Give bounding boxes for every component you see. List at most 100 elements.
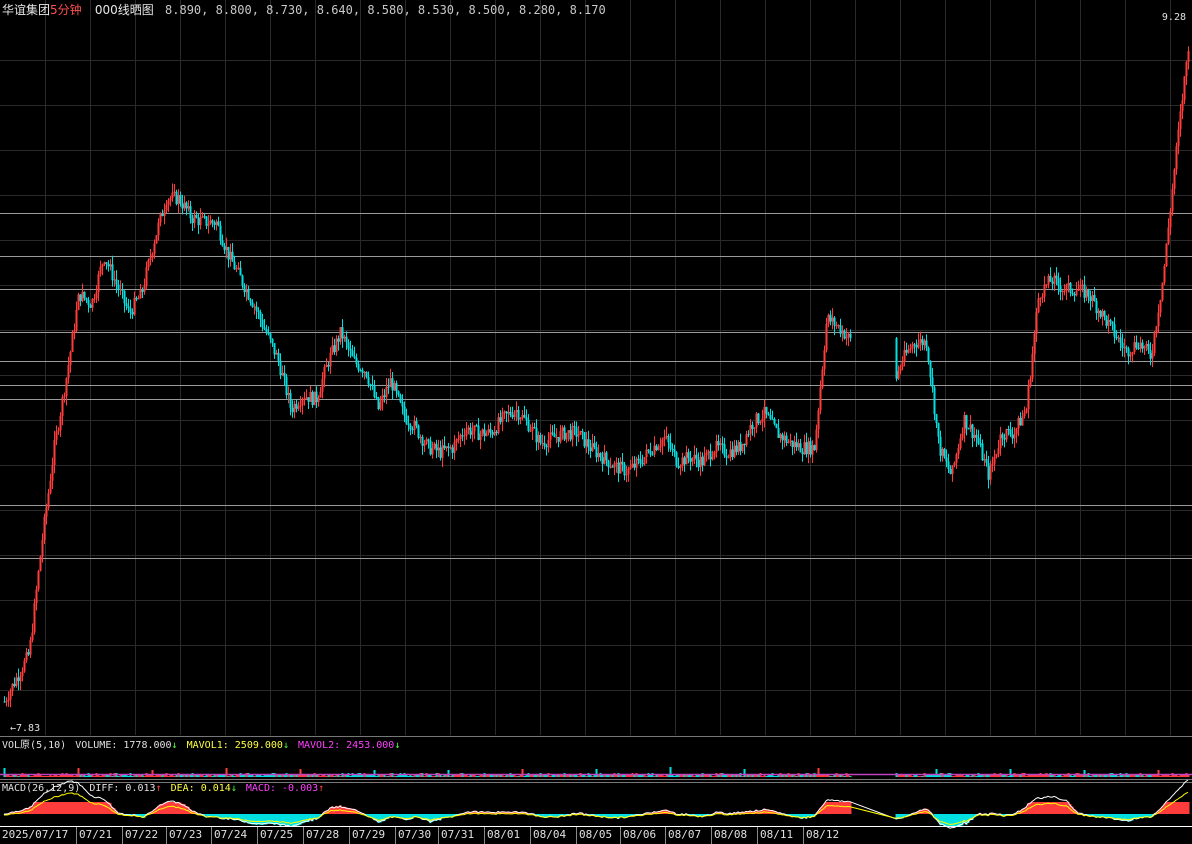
- volume-bar: [263, 775, 266, 777]
- macd-arrow-icon: ↑: [318, 783, 325, 794]
- candle-body: [999, 434, 1002, 449]
- candle-body: [695, 454, 698, 460]
- candle-body: [781, 434, 784, 441]
- candle-body: [55, 431, 58, 440]
- volume-bar: [441, 776, 444, 777]
- volume-bar: [131, 776, 134, 777]
- volume-bar: [29, 776, 32, 777]
- candle-body: [533, 427, 536, 429]
- volume-indicator-name[interactable]: VOL原(5,10): [2, 740, 66, 751]
- volume-bar: [545, 775, 548, 777]
- candle-body: [5, 701, 8, 703]
- macd-bar: [171, 802, 174, 814]
- candle-body: [987, 462, 990, 480]
- date-separator: [257, 827, 258, 844]
- volume-bar: [663, 776, 666, 777]
- candle-body: [229, 251, 232, 260]
- candle-body: [313, 391, 316, 406]
- candle-body: [725, 455, 728, 458]
- candle-body: [789, 440, 792, 442]
- chart-canvas[interactable]: [0, 0, 1192, 844]
- candle-body: [129, 308, 132, 312]
- candle-body: [439, 447, 442, 458]
- candle-body: [605, 452, 608, 461]
- candle-body: [113, 279, 116, 281]
- candle-body: [835, 325, 838, 327]
- volume-bar: [9, 776, 12, 777]
- volume-bar: [811, 775, 814, 777]
- candle-body: [1103, 311, 1106, 317]
- candle-body: [661, 439, 664, 446]
- candle-body: [913, 344, 916, 346]
- candle-body: [467, 427, 470, 430]
- candle-body: [291, 407, 294, 413]
- candle-body: [895, 338, 898, 379]
- macd-bar: [957, 814, 960, 826]
- volume-bar: [595, 769, 598, 777]
- candle-body: [629, 466, 632, 469]
- candle-body: [489, 429, 492, 433]
- candle-body: [739, 441, 742, 452]
- volume-bar: [361, 775, 364, 777]
- volume-bar: [203, 776, 206, 777]
- indicator-name[interactable]: 000线晒图: [95, 3, 154, 17]
- volume-bar: [117, 776, 120, 777]
- kline-chart[interactable]: 华谊集团5分钟 000线晒图 8.890, 8.800, 8.730, 8.64…: [0, 0, 1192, 844]
- macd-bar: [271, 814, 274, 825]
- candle-body: [841, 330, 844, 334]
- candle-body: [675, 452, 678, 466]
- candle-body: [591, 443, 594, 452]
- candle-body: [1039, 298, 1042, 300]
- candle-body: [81, 291, 84, 301]
- candle-body: [575, 427, 578, 437]
- candle-body: [1081, 284, 1084, 286]
- volume-bar: [523, 776, 526, 777]
- candle-body: [1153, 333, 1156, 354]
- candle-body: [1051, 281, 1054, 284]
- volume-bar: [79, 775, 82, 777]
- volume-bar: [161, 775, 164, 777]
- volume-bar: [1151, 775, 1154, 777]
- candle-body: [71, 332, 74, 352]
- volume-bar: [183, 775, 186, 777]
- volume-bar: [1179, 775, 1182, 777]
- volume-bar: [67, 775, 70, 777]
- date-label: 07/25: [260, 828, 294, 841]
- macd-indicator-name[interactable]: MACD(26,12,9): [2, 783, 80, 794]
- period-label[interactable]: 5分钟: [50, 3, 82, 17]
- candle-body: [301, 399, 304, 406]
- candle-body: [625, 474, 628, 476]
- candle-body: [1083, 284, 1086, 298]
- date-separator: [803, 827, 804, 844]
- volume-bar: [141, 775, 144, 777]
- volume-bar: [119, 775, 122, 777]
- stock-name[interactable]: 华谊集团: [2, 3, 50, 17]
- candle-body: [455, 439, 458, 443]
- volume-bar: [653, 776, 656, 777]
- candle-body: [1089, 296, 1092, 301]
- candle-body: [925, 340, 928, 348]
- candle-body: [141, 289, 144, 292]
- candle-body: [463, 435, 466, 437]
- date-separator: [303, 827, 304, 844]
- date-separator: [166, 827, 167, 844]
- volume-bar: [717, 775, 720, 777]
- candle-body: [279, 360, 282, 376]
- candle-body: [805, 442, 808, 455]
- candle-body: [587, 439, 590, 448]
- candle-body: [543, 442, 546, 447]
- volume-bar: [623, 775, 626, 777]
- macd-bar: [83, 802, 86, 814]
- candle-body: [133, 297, 136, 315]
- candle-body: [17, 677, 20, 681]
- macd-bar: [1179, 802, 1182, 814]
- volume-bar: [699, 775, 702, 777]
- candle-body: [265, 328, 268, 334]
- candle-body: [585, 439, 588, 447]
- volume-bar: [679, 775, 682, 777]
- candle-body: [631, 463, 634, 467]
- candle-body: [45, 507, 48, 517]
- candle-body: [1087, 289, 1090, 297]
- volume-bar: [549, 776, 552, 777]
- volume-bar: [619, 775, 622, 777]
